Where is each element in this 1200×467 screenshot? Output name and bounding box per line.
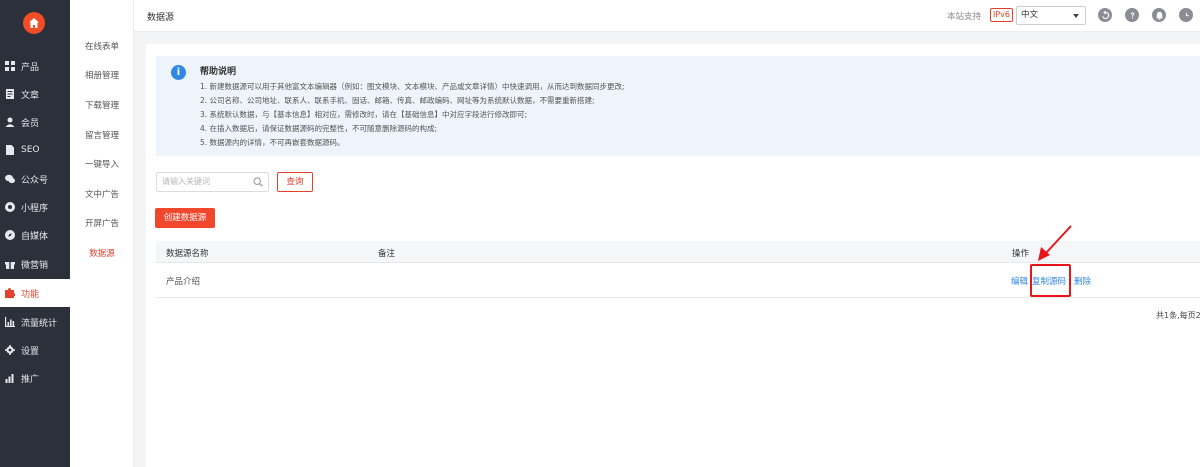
nav-item-function[interactable]: 功能 xyxy=(0,279,70,307)
nav-item-product[interactable]: 产品 xyxy=(0,52,70,80)
nav-item-media[interactable]: 自媒体 xyxy=(0,221,70,249)
nav-item-promotion[interactable]: 推广 xyxy=(0,364,70,392)
nav-item-traffic[interactable]: 流量统计 xyxy=(0,308,70,336)
document-icon xyxy=(5,89,15,99)
compass-icon xyxy=(5,230,15,240)
nav-item-seo[interactable]: SEO xyxy=(0,136,70,164)
query-button[interactable]: 查询 xyxy=(277,172,313,192)
chart-icon xyxy=(5,317,15,327)
column-header-actions: 操作 xyxy=(1012,249,1030,259)
nav-item-label: 自媒体 xyxy=(21,231,49,242)
nav-item-miniprogram[interactable]: 小程序 xyxy=(0,193,70,221)
language-value: 中文 xyxy=(1021,10,1039,20)
nav-item-member[interactable]: 会员 xyxy=(0,108,70,136)
subnav-item-import[interactable]: 一键导入 xyxy=(70,158,134,170)
grid-icon xyxy=(5,61,15,71)
gift-icon xyxy=(5,259,15,269)
chevron-down-icon xyxy=(1073,14,1079,18)
nav-item-settings[interactable]: 设置 xyxy=(0,336,70,364)
bar-chart-icon xyxy=(5,373,15,383)
pagination-summary: 共1条,每页20 xyxy=(1156,311,1200,320)
subnav-item-datasource[interactable]: 数据源 xyxy=(70,247,134,259)
ipv6-badge: IPv6 xyxy=(990,8,1014,22)
nav-item-wechat[interactable]: 公众号 xyxy=(0,165,70,193)
nav-item-label: SEO xyxy=(21,145,40,155)
subnav-item-album[interactable]: 相册管理 xyxy=(70,69,134,81)
search-placeholder: 请输入关键词 xyxy=(162,177,210,186)
user-icon xyxy=(5,117,15,127)
home-icon xyxy=(29,18,39,28)
nav-item-label: 流量统计 xyxy=(21,318,58,329)
bell-icon[interactable] xyxy=(1152,8,1166,22)
help-line: 2. 公司名称、公司地址、联系人、联系手机、固话、邮箱、传真、邮政编码、网址等为… xyxy=(200,96,595,105)
nav-item-label: 会员 xyxy=(21,118,40,129)
file-icon xyxy=(5,145,15,155)
miniprogram-icon xyxy=(5,202,15,212)
help-line: 3. 系统默认数据，与【基本信息】相对应，需修改时，请在【基础信息】中对应字段进… xyxy=(200,110,528,119)
nav-item-label: 公众号 xyxy=(21,175,49,186)
nav-item-label: 微营销 xyxy=(21,260,49,271)
help-title: 帮助说明 xyxy=(200,67,237,77)
subnav-item-download[interactable]: 下载管理 xyxy=(70,99,134,111)
delete-link[interactable]: 删除 xyxy=(1074,275,1091,287)
subnav-item-inline-ad[interactable]: 文中广告 xyxy=(70,188,134,200)
nav-item-article[interactable]: 文章 xyxy=(0,80,70,108)
home-logo[interactable] xyxy=(23,12,45,34)
search-input[interactable]: 请输入关键词 xyxy=(156,172,269,192)
help-line: 5. 数据源内的详情，不可再嵌套数据源码。 xyxy=(200,138,345,147)
nav-item-label: 文章 xyxy=(21,90,40,101)
support-label: 本站支持 xyxy=(947,12,982,22)
help-line: 4. 在插入数据后，请保证数据源码的完整性，不可随意删除源码的构成; xyxy=(200,124,438,133)
refresh-icon[interactable] xyxy=(1098,8,1112,22)
table-header: 数据源名称 备注 操作 xyxy=(156,241,1200,263)
sub-nav: 在线表单 相册管理 下载管理 留言管理 一键导入 文中广告 开屏广告 数据源 xyxy=(70,0,134,467)
nav-item-label: 设置 xyxy=(21,346,40,357)
help-icon[interactable] xyxy=(1125,8,1139,22)
edit-link[interactable]: 编辑 xyxy=(1011,275,1028,287)
app-root: 产品 文章 会员 SEO 公众号 小程序 自媒体 微营销 功能 流量统计 设置 … xyxy=(0,0,1200,467)
content-card: i 帮助说明 1. 新建数据源可以用于其他富文本编辑器（例如：图文模块、文本模块… xyxy=(146,44,1200,467)
subnav-item-message[interactable]: 留言管理 xyxy=(70,129,134,141)
wechat-icon xyxy=(5,174,15,184)
column-header-remark: 备注 xyxy=(378,249,396,259)
nav-item-marketing[interactable]: 微营销 xyxy=(0,250,70,278)
help-panel: i 帮助说明 1. 新建数据源可以用于其他富文本编辑器（例如：图文模块、文本模块… xyxy=(156,56,1200,156)
subnav-item-splash-ad[interactable]: 开屏广告 xyxy=(70,217,134,229)
puzzle-icon xyxy=(5,288,15,298)
clock-icon[interactable] xyxy=(1179,8,1193,22)
highlight-box xyxy=(1030,264,1071,297)
gear-icon xyxy=(5,345,15,355)
column-header-name: 数据源名称 xyxy=(166,249,209,259)
nav-item-label: 功能 xyxy=(21,289,40,300)
info-icon: i xyxy=(171,65,186,80)
main-nav: 产品 文章 会员 SEO 公众号 小程序 自媒体 微营销 功能 流量统计 设置 … xyxy=(0,0,70,467)
subnav-item-online-form[interactable]: 在线表单 xyxy=(70,40,134,52)
top-bar: 数据源 本站支持 IPv6 中文 xyxy=(134,0,1200,32)
search-icon[interactable] xyxy=(253,177,263,187)
language-select[interactable]: 中文 xyxy=(1016,6,1086,25)
create-datasource-button[interactable]: 创建数据源 xyxy=(155,208,215,228)
row-name: 产品介绍 xyxy=(166,277,201,287)
nav-item-label: 小程序 xyxy=(21,203,49,214)
page-title: 数据源 xyxy=(147,13,175,23)
nav-item-label: 产品 xyxy=(21,62,40,73)
nav-item-label: 推广 xyxy=(21,374,40,385)
help-line: 1. 新建数据源可以用于其他富文本编辑器（例如：图文模块、文本模块、产品或文章详… xyxy=(200,82,625,91)
